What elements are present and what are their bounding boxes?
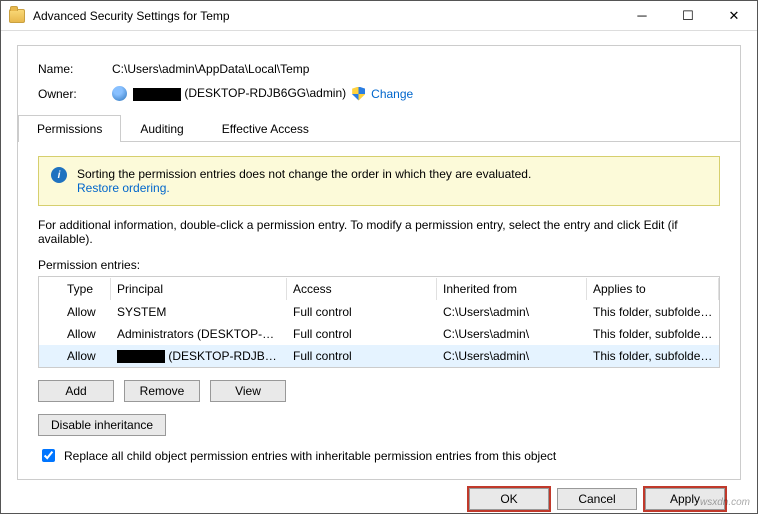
cell-access: Full control xyxy=(287,303,437,321)
owner-row: Owner: (DESKTOP-RDJB6GG\admin) Change xyxy=(38,86,720,101)
view-button[interactable]: View xyxy=(210,380,286,402)
ok-button[interactable]: OK xyxy=(469,488,549,510)
disable-inheritance-button[interactable]: Disable inheritance xyxy=(38,414,166,436)
info-icon: i xyxy=(51,167,67,183)
cell-applies: This folder, subfolders and files xyxy=(587,325,719,343)
table-header: Type Principal Access Inherited from App… xyxy=(39,277,719,301)
minimize-button[interactable]: ─ xyxy=(619,1,665,31)
col-inherited[interactable]: Inherited from xyxy=(437,278,587,300)
cancel-button[interactable]: Cancel xyxy=(557,488,637,510)
cell-applies: This folder, subfolders and files xyxy=(587,347,719,365)
owner-value: (DESKTOP-RDJB6GG\admin) Change xyxy=(112,86,413,101)
cell-inherited: C:\Users\admin\ xyxy=(437,347,587,365)
table-body: AllowSYSTEMFull controlC:\Users\admin\Th… xyxy=(39,301,719,367)
table-row[interactable]: AllowSYSTEMFull controlC:\Users\admin\Th… xyxy=(39,301,719,323)
table-row[interactable]: AllowAdministrators (DESKTOP-RDJ...Full … xyxy=(39,323,719,345)
remove-button[interactable]: Remove xyxy=(124,380,200,402)
redacted-principal xyxy=(117,350,165,363)
help-text: For additional information, double-click… xyxy=(38,218,720,246)
user-icon xyxy=(112,86,127,101)
close-button[interactable]: ✕ xyxy=(711,1,757,31)
owner-name: (DESKTOP-RDJB6GG\admin) xyxy=(133,86,346,100)
dialog-buttons: OK Cancel Apply xyxy=(17,480,741,522)
replace-label: Replace all child object permission entr… xyxy=(64,449,556,463)
cell-type: Allow xyxy=(61,325,111,343)
permission-table: Type Principal Access Inherited from App… xyxy=(38,276,720,368)
name-row: Name: C:\Users\admin\AppData\Local\Temp xyxy=(38,62,720,76)
cell-inherited: C:\Users\admin\ xyxy=(437,325,587,343)
cell-principal: (DESKTOP-RDJB6GG\ad... xyxy=(111,347,287,365)
notice-bar: i Sorting the permission entries does no… xyxy=(38,156,720,206)
cell-principal: SYSTEM xyxy=(111,303,287,321)
cell-inherited: C:\Users\admin\ xyxy=(437,303,587,321)
maximize-button[interactable]: ☐ xyxy=(665,1,711,31)
tabs: Permissions Auditing Effective Access xyxy=(18,115,740,142)
col-principal[interactable]: Principal xyxy=(111,278,287,300)
replace-children-check[interactable]: Replace all child object permission entr… xyxy=(38,446,720,465)
owner-label: Owner: xyxy=(38,87,112,101)
cell-access: Full control xyxy=(287,325,437,343)
shield-icon xyxy=(352,87,365,101)
restore-ordering-link[interactable]: Restore ordering. xyxy=(77,181,170,195)
entry-button-row: Add Remove View xyxy=(38,380,720,402)
entries-label: Permission entries: xyxy=(38,258,720,272)
cell-principal: Administrators (DESKTOP-RDJ... xyxy=(111,325,287,343)
replace-checkbox[interactable] xyxy=(42,449,55,462)
cell-type: Allow xyxy=(61,303,111,321)
notice-text: Sorting the permission entries does not … xyxy=(77,167,531,195)
change-link[interactable]: Change xyxy=(371,87,413,101)
add-button[interactable]: Add xyxy=(38,380,114,402)
watermark: wsxdn.com xyxy=(700,497,750,508)
cell-access: Full control xyxy=(287,347,437,365)
col-icon xyxy=(39,285,61,293)
name-value: C:\Users\admin\AppData\Local\Temp xyxy=(112,62,720,76)
window: Advanced Security Settings for Temp ─ ☐ … xyxy=(0,0,758,514)
cell-applies: This folder, subfolders and files xyxy=(587,303,719,321)
folder-icon xyxy=(9,9,25,23)
col-type[interactable]: Type xyxy=(61,278,111,300)
content: Name: C:\Users\admin\AppData\Local\Temp … xyxy=(1,31,757,530)
window-title: Advanced Security Settings for Temp xyxy=(33,9,619,23)
redacted-owner xyxy=(133,88,181,101)
inheritance-row: Disable inheritance xyxy=(38,414,720,436)
cell-type: Allow xyxy=(61,347,111,365)
name-label: Name: xyxy=(38,62,112,76)
tab-auditing[interactable]: Auditing xyxy=(121,115,202,142)
tab-effective-access[interactable]: Effective Access xyxy=(203,115,328,142)
table-row[interactable]: Allow (DESKTOP-RDJB6GG\ad...Full control… xyxy=(39,345,719,367)
inner-panel: Name: C:\Users\admin\AppData\Local\Temp … xyxy=(17,45,741,480)
titlebar: Advanced Security Settings for Temp ─ ☐ … xyxy=(1,1,757,31)
col-access[interactable]: Access xyxy=(287,278,437,300)
col-applies[interactable]: Applies to xyxy=(587,278,719,300)
tab-permissions[interactable]: Permissions xyxy=(18,115,121,142)
